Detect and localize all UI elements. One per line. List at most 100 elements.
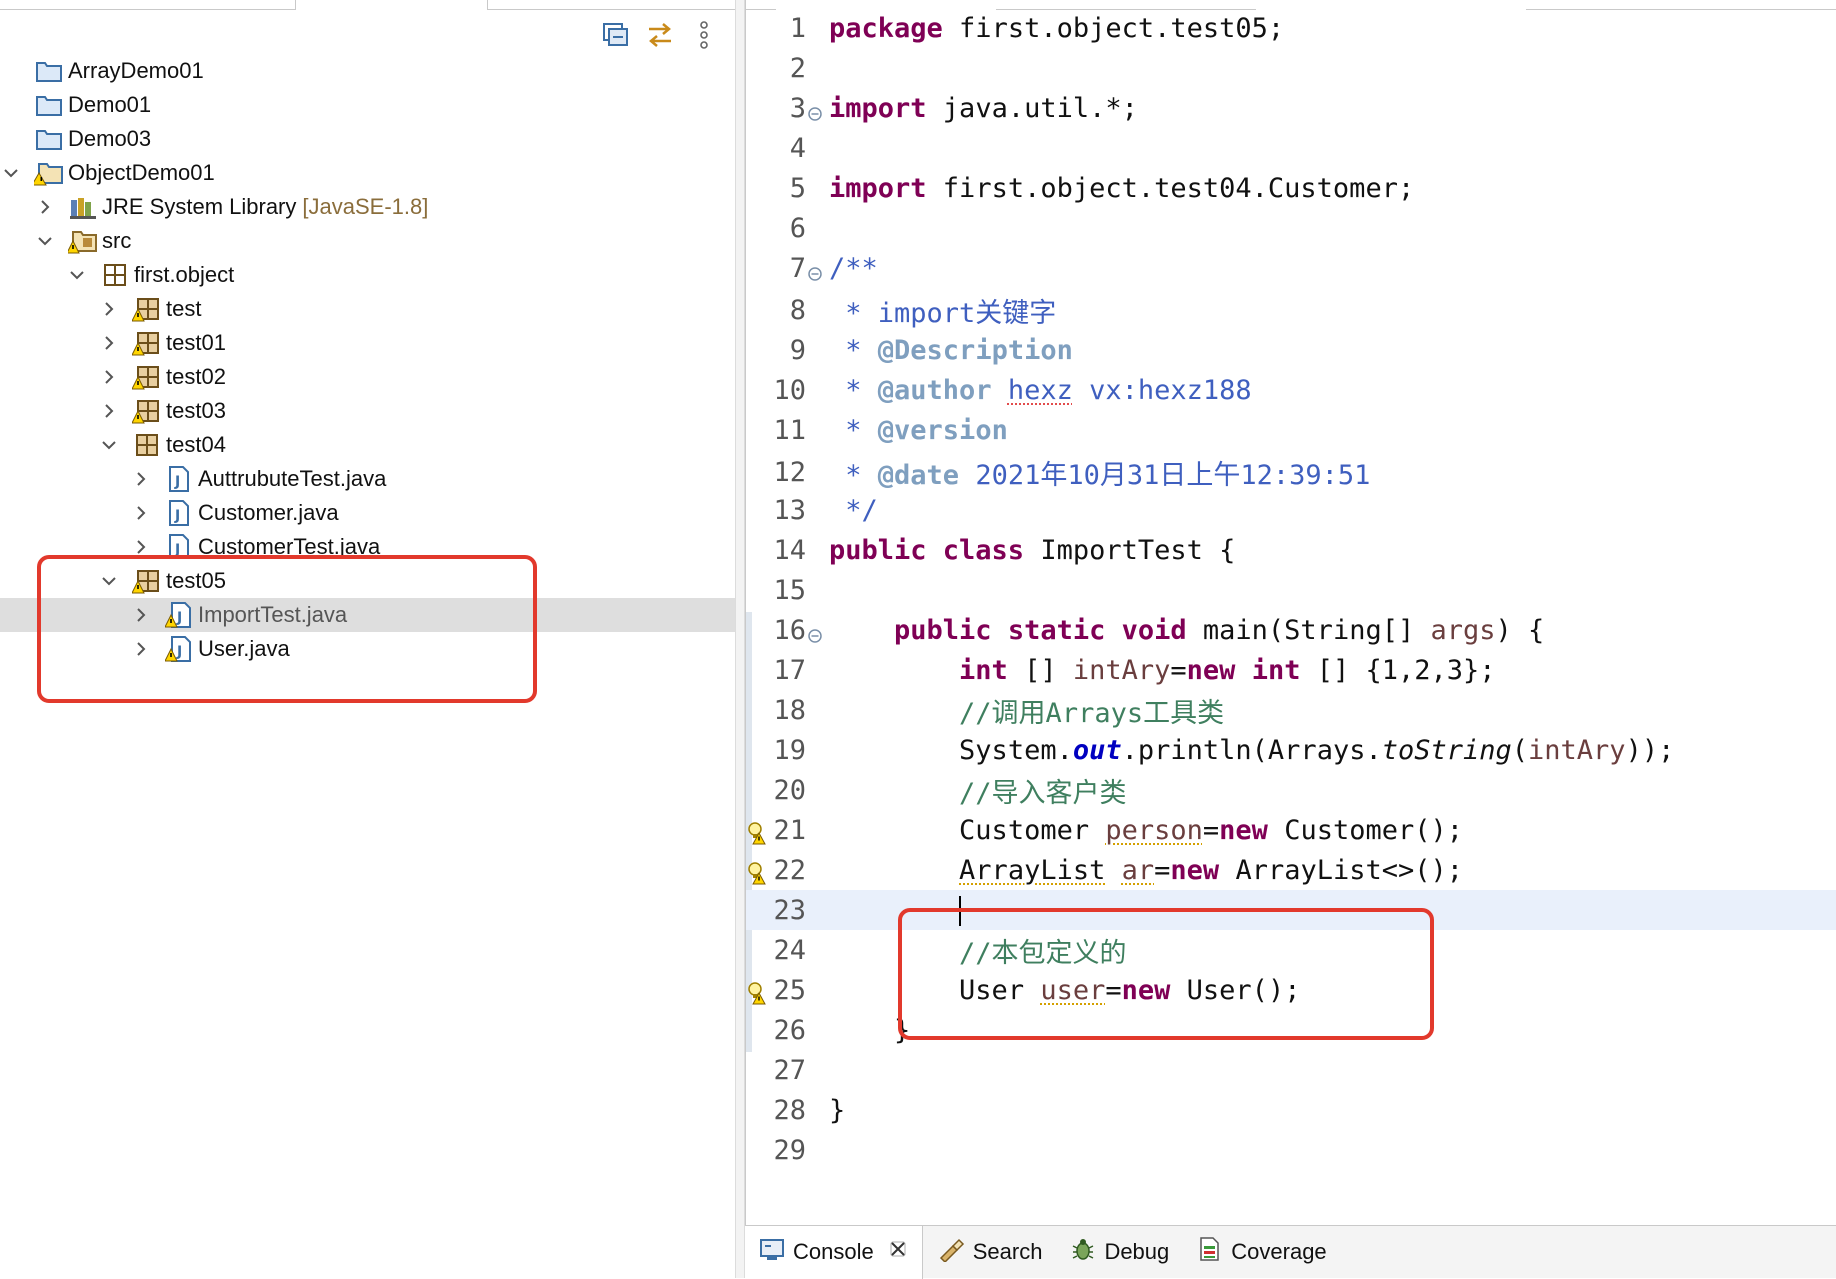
code-line-26[interactable]: 26 }	[746, 1010, 1836, 1050]
warning-lightbulb-icon[interactable]	[747, 981, 767, 1012]
tree-item-test02[interactable]: test02	[0, 360, 735, 394]
java-file-icon: J	[164, 532, 194, 556]
code-line-23-current[interactable]: 23	[746, 890, 1836, 930]
chevron-right-icon[interactable]	[130, 530, 152, 556]
line-number: 25	[746, 975, 808, 1006]
chevron-down-icon[interactable]	[98, 428, 120, 462]
code-line-4[interactable]: 4	[746, 128, 1836, 168]
tree-item-label: ArrayDemo01	[68, 58, 204, 83]
tree-item-user-java[interactable]: J User.java	[0, 632, 735, 666]
code-line-18[interactable]: 18 //调用Arrays工具类	[746, 690, 1836, 730]
chevron-right-icon[interactable]	[98, 292, 120, 326]
line-number: 27	[773, 1054, 806, 1086]
tree-item-label: test	[166, 296, 202, 321]
warning-lightbulb-icon[interactable]	[747, 821, 767, 852]
tab-search[interactable]: Search	[923, 1226, 1057, 1279]
close-icon[interactable]	[888, 1239, 908, 1265]
chevron-right-icon[interactable]	[98, 326, 120, 360]
code-line-14[interactable]: 14 public class ImportTest {	[746, 530, 1836, 570]
tree-item-importtest-java[interactable]: J ImportTest.java	[0, 598, 735, 632]
tree-item-label: JRE System Library	[102, 194, 297, 219]
tree-item-arraydemo01[interactable]: ArrayDemo01	[0, 54, 735, 88]
line-number: 17	[773, 654, 806, 686]
line-number: 18	[773, 694, 806, 726]
fold-collapse-icon[interactable]	[808, 257, 822, 288]
code-line-6[interactable]: 6	[746, 208, 1836, 248]
tree-item-demo01[interactable]: Demo01	[0, 88, 735, 122]
line-number: 24	[773, 934, 806, 966]
package-warning-icon	[132, 396, 162, 426]
tree-item-label: test03	[166, 398, 226, 423]
svg-text:J: J	[174, 508, 180, 524]
code-line-8[interactable]: 8 * import关键字	[746, 290, 1836, 330]
tree-item-test01[interactable]: test01	[0, 326, 735, 360]
line-number: 11	[773, 414, 806, 446]
code-line-11[interactable]: 11 * @version	[746, 410, 1836, 450]
svg-text:J: J	[176, 644, 182, 660]
tree-item-test04[interactable]: test04	[0, 428, 735, 462]
tree-item-first-object[interactable]: first.object	[0, 258, 735, 292]
code-line-15[interactable]: 15	[746, 570, 1836, 610]
chevron-down-icon[interactable]	[0, 156, 22, 190]
chevron-right-icon[interactable]	[130, 496, 152, 530]
code-line-10[interactable]: 10 * @author hexz vx:hexz188	[746, 370, 1836, 410]
code-line-16[interactable]: 16 public static void main(String[] args…	[746, 610, 1836, 650]
tab-console[interactable]: Console	[745, 1225, 923, 1279]
view-splitter[interactable]	[735, 0, 745, 1278]
fold-collapse-icon[interactable]	[808, 97, 822, 128]
code-line-7[interactable]: 7/**	[746, 248, 1836, 288]
code-line-22[interactable]: 22 ArrayList ar=new ArrayList<>();	[746, 850, 1836, 890]
tree-item-test05[interactable]: test05	[0, 564, 735, 598]
chevron-right-icon[interactable]	[130, 462, 152, 496]
view-menu-icon[interactable]	[689, 20, 719, 50]
debug-bug-icon	[1070, 1236, 1096, 1268]
tab-coverage[interactable]: Coverage	[1183, 1226, 1340, 1279]
tree-item-jre-library[interactable]: JRE System Library [JavaSE-1.8]	[0, 190, 735, 224]
link-with-editor-icon[interactable]	[645, 20, 675, 50]
chevron-right-icon[interactable]	[98, 360, 120, 394]
code-line-21[interactable]: 21 Customer person=new Customer();	[746, 810, 1836, 850]
tab-debug[interactable]: Debug	[1056, 1226, 1183, 1279]
chevron-right-icon[interactable]	[130, 632, 152, 666]
code-line-9[interactable]: 9 * @Description	[746, 330, 1836, 370]
code-line-20[interactable]: 20 //导入客户类	[746, 770, 1836, 810]
warning-lightbulb-icon[interactable]	[747, 861, 767, 892]
code-line-1[interactable]: 1 package first.object.test05;	[746, 8, 1836, 48]
code-line-29[interactable]: 29	[746, 1130, 1836, 1170]
code-line-2[interactable]: 2	[746, 48, 1836, 88]
code-line-25[interactable]: 25 User user=new User();	[746, 970, 1836, 1010]
explorer-toolbar	[601, 18, 719, 52]
code-line-12[interactable]: 12 * @date 2021年10月31日上午12:39:51	[746, 452, 1836, 492]
code-line-5[interactable]: 5 import first.object.test04.Customer;	[746, 168, 1836, 208]
line-number: 16	[746, 615, 822, 646]
line-number: 3	[746, 93, 822, 124]
chevron-right-icon[interactable]	[98, 394, 120, 428]
tree-item-auttrubutetest-java[interactable]: J AuttrubuteTest.java	[0, 462, 735, 496]
chevron-down-icon[interactable]	[98, 564, 120, 598]
code-line-13[interactable]: 13 */	[746, 490, 1836, 530]
tree-item-test[interactable]: test	[0, 292, 735, 326]
tree-item-customertest-java[interactable]: J CustomerTest.java	[0, 530, 735, 556]
chevron-right-icon[interactable]	[34, 190, 56, 224]
collapse-all-icon[interactable]	[601, 20, 631, 50]
code-line-24[interactable]: 24 //本包定义的	[746, 930, 1836, 970]
code-line-3[interactable]: 3 import java.util.*;	[746, 88, 1836, 128]
code-line-27[interactable]: 27	[746, 1050, 1836, 1090]
fold-collapse-icon[interactable]	[808, 619, 822, 650]
chevron-down-icon[interactable]	[66, 258, 88, 292]
line-number: 28	[773, 1094, 806, 1126]
tree-item-test03[interactable]: test03	[0, 394, 735, 428]
coverage-icon	[1197, 1236, 1223, 1268]
tree-item-customer-java[interactable]: J Customer.java	[0, 496, 735, 530]
tree-item-objectdemo01[interactable]: ObjectDemo01	[0, 156, 735, 190]
line-number: 5	[789, 172, 806, 204]
chevron-right-icon[interactable]	[130, 598, 152, 632]
code-editor[interactable]: 1 package first.object.test05; 2 3 import …	[745, 0, 1836, 1225]
chevron-down-icon[interactable]	[34, 224, 56, 258]
code-line-19[interactable]: 19 System.out.println(Arrays.toString(in…	[746, 730, 1836, 770]
tree-item-src[interactable]: src	[0, 224, 735, 258]
tree-item-label: Customer.java	[198, 500, 339, 525]
code-line-17[interactable]: 17 int [] intAry=new int [] {1,2,3};	[746, 650, 1836, 690]
tree-item-demo03[interactable]: Demo03	[0, 122, 735, 156]
code-line-28[interactable]: 28}	[746, 1090, 1836, 1130]
